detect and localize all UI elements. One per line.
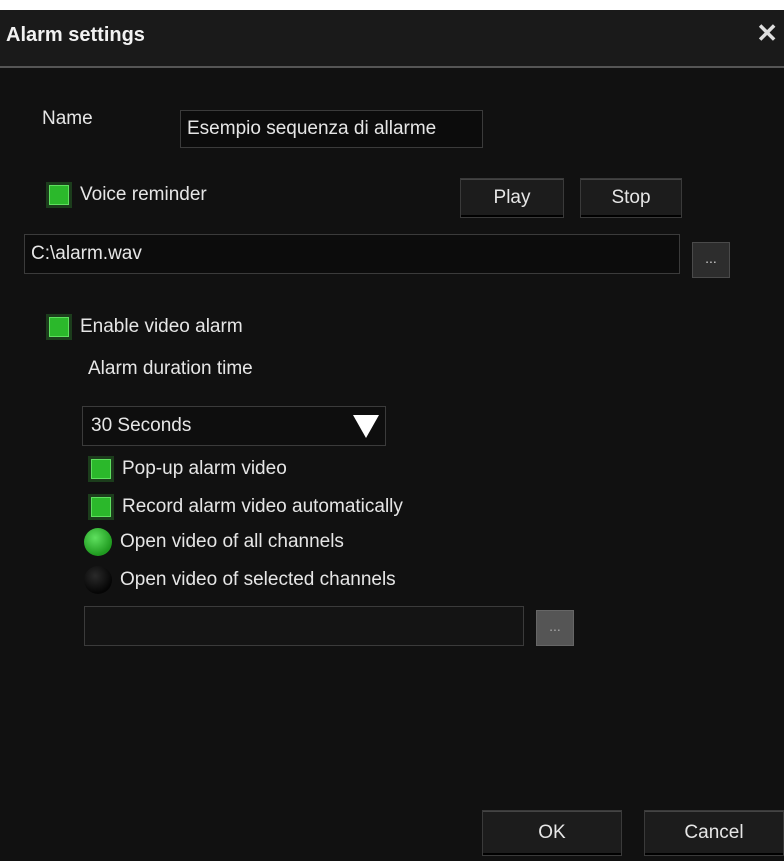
record-alarm-video-label: Record alarm video automatically [122, 496, 403, 517]
dropdown-arrow-icon[interactable] [351, 411, 381, 441]
radio-selected-icon [84, 528, 112, 556]
cancel-button[interactable]: Cancel [644, 810, 784, 856]
close-icon[interactable]: ✕ [756, 18, 778, 49]
open-all-channels-radio[interactable]: Open video of all channels [84, 528, 344, 556]
voice-reminder-checkbox[interactable]: Voice reminder [46, 182, 207, 208]
title-bar: Alarm settings ✕ [0, 10, 784, 68]
enable-video-alarm-checkbox[interactable]: Enable video alarm [46, 314, 243, 340]
voice-reminder-check-icon [46, 182, 72, 208]
open-all-channels-label: Open video of all channels [120, 531, 344, 552]
name-input[interactable] [180, 110, 483, 148]
alarm-duration-select[interactable]: 30 Seconds [82, 406, 386, 446]
sound-file-path-input[interactable] [24, 234, 680, 274]
ok-button[interactable]: OK [482, 810, 622, 856]
radio-unselected-icon [84, 566, 112, 594]
sound-file-browse-button[interactable]: ... [692, 242, 730, 278]
selected-channels-input[interactable] [84, 606, 524, 646]
stop-button[interactable]: Stop [580, 178, 682, 218]
open-selected-channels-radio[interactable]: Open video of selected channels [84, 566, 396, 594]
name-label: Name [42, 108, 93, 129]
play-button[interactable]: Play [460, 178, 564, 218]
popup-alarm-video-checkbox[interactable]: Pop-up alarm video [88, 456, 287, 482]
dialog-title: Alarm settings [6, 24, 145, 46]
voice-reminder-label: Voice reminder [80, 184, 207, 205]
alarm-settings-dialog: Alarm settings ✕ Name Voice reminder Pla… [0, 10, 784, 861]
alarm-duration-label: Alarm duration time [88, 358, 253, 379]
popup-alarm-video-label: Pop-up alarm video [122, 458, 287, 479]
selected-channels-browse-button[interactable]: ... [536, 610, 574, 646]
enable-video-alarm-check-icon [46, 314, 72, 340]
open-selected-channels-label: Open video of selected channels [120, 569, 396, 590]
record-alarm-video-checkbox[interactable]: Record alarm video automatically [88, 494, 403, 520]
alarm-duration-value: 30 Seconds [91, 415, 192, 436]
popup-alarm-video-check-icon [88, 456, 114, 482]
record-alarm-video-check-icon [88, 494, 114, 520]
enable-video-alarm-label: Enable video alarm [80, 316, 243, 337]
